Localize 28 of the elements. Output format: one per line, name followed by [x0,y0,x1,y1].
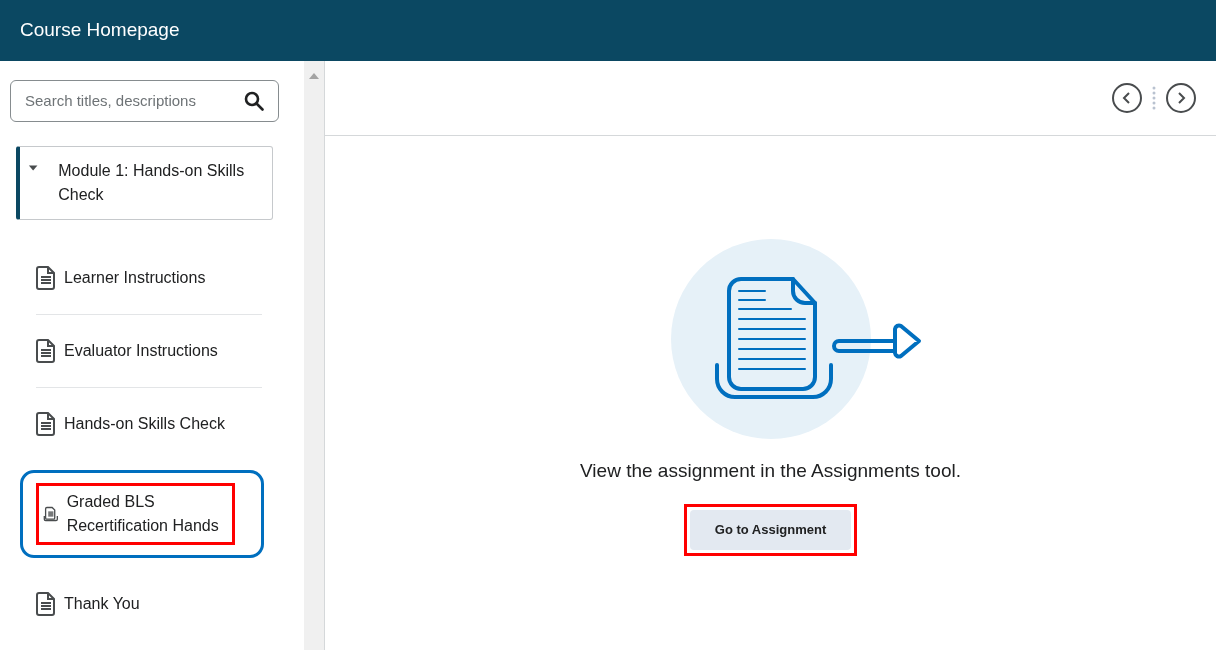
document-icon [36,266,56,290]
content-item[interactable]: Graded BLS Recertification Hands [20,470,264,558]
document-icon [36,592,56,616]
item-title: Evaluator Instructions [64,341,218,361]
document-icon [36,412,56,436]
page-title: Course Homepage [20,18,180,43]
module-header[interactable]: Module 1: Hands-on Skills Check [16,146,273,220]
dotted-separator-icon [1152,86,1156,110]
content-item[interactable]: Evaluator Instructions [36,315,262,387]
search-field[interactable]: Search titles, descriptions [25,89,236,113]
content-item[interactable]: Learner Instructions [36,242,262,314]
assignment-message: View the assignment in the Assignments tool. [580,459,961,483]
module-title: Module 1: Hands-on Skills Check [58,161,246,205]
next-button[interactable] [1166,83,1196,113]
chevron-left-icon [1122,91,1132,105]
go-to-assignment-button[interactable]: Go to Assignment [689,509,852,550]
item-title: Thank You [64,594,140,614]
caret-down-icon[interactable] [28,164,39,172]
previous-button[interactable] [1112,83,1142,113]
document-icon [36,339,56,363]
chevron-right-icon [1176,91,1186,105]
item-title: Graded BLS Recertification Hands [66,492,220,536]
search-box[interactable]: Search titles, descriptions [10,80,279,122]
search-icon[interactable] [244,91,264,111]
content-item[interactable]: Hands-on Skills Check [36,388,262,460]
item-title: Learner Instructions [64,268,206,288]
item-title: Hands-on Skills Check [64,414,225,434]
content-item[interactable]: Thank You [36,568,262,640]
